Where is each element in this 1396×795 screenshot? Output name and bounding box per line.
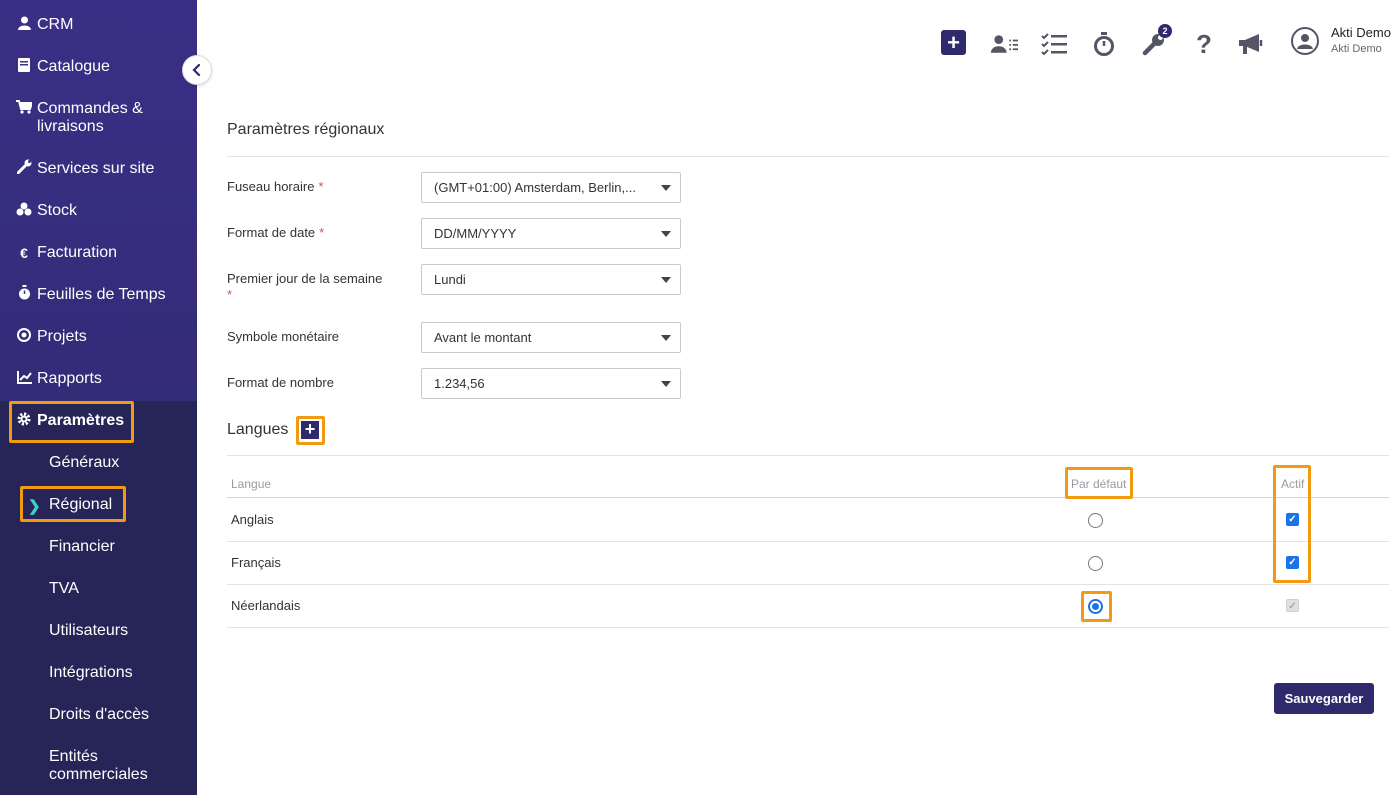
- sidebar-item-label: CRM: [37, 16, 74, 33]
- help-icon[interactable]: ?: [1190, 29, 1218, 59]
- contacts-icon[interactable]: [990, 30, 1018, 58]
- row-divider: [227, 541, 1389, 542]
- save-button[interactable]: Sauvegarder: [1274, 683, 1374, 714]
- stopwatch-icon: [14, 285, 34, 305]
- sidebar-item-services[interactable]: Services sur site: [0, 159, 197, 179]
- sidebar-item-label: Commandes &: [37, 100, 143, 117]
- user-icon: [14, 15, 34, 35]
- user-icon: [1297, 34, 1313, 49]
- collapse-sidebar-button[interactable]: [182, 55, 212, 85]
- table-header-divider: [227, 497, 1389, 498]
- table-row-language: Français: [231, 555, 281, 570]
- euro-icon: €: [20, 245, 28, 261]
- currency-symbol-select[interactable]: Avant le montant: [421, 322, 681, 353]
- sidebar-item-parametres[interactable]: Paramètres: [0, 411, 197, 431]
- sidebar-item-label: Services sur site: [37, 160, 155, 177]
- timezone-label: Fuseau horaire *: [227, 179, 324, 194]
- divider: [227, 156, 1389, 157]
- first-day-select[interactable]: Lundi: [421, 264, 681, 295]
- megaphone-icon[interactable]: [1237, 30, 1265, 58]
- sidebar-subitem-generaux[interactable]: Généraux: [49, 454, 119, 472]
- table-row-language: Anglais: [231, 512, 274, 527]
- wrench-icon: [14, 159, 34, 179]
- currency-symbol-value: Avant le montant: [434, 330, 532, 345]
- caret-down-icon: [661, 335, 671, 341]
- user-company: Akti Demo: [1331, 43, 1382, 55]
- date-format-select[interactable]: DD/MM/YYYY: [421, 218, 681, 249]
- chevron-left-icon: [192, 64, 201, 76]
- sidebar: CRM Catalogue Commandes & livraisons Ser…: [0, 0, 197, 795]
- sidebar-item-catalogue[interactable]: Catalogue: [0, 57, 197, 77]
- chevron-right-icon: ❯: [28, 498, 41, 515]
- sidebar-subitem-tva[interactable]: TVA: [49, 580, 79, 598]
- gear-icon: [14, 411, 34, 431]
- divider: [227, 455, 1389, 456]
- default-radio-neerlandais[interactable]: [1088, 599, 1103, 614]
- page-title: Paramètres régionaux: [227, 121, 385, 138]
- sidebar-subitem-label: Entités: [49, 748, 98, 765]
- number-format-value: 1.234,56: [434, 376, 485, 391]
- date-format-value: DD/MM/YYYY: [434, 226, 517, 241]
- column-header-default: Par défaut: [1071, 477, 1127, 491]
- active-checkbox-neerlandais: ✓: [1286, 599, 1299, 612]
- task-list-icon[interactable]: [1040, 30, 1068, 58]
- caret-down-icon: [661, 381, 671, 387]
- stopwatch-icon[interactable]: [1090, 30, 1118, 58]
- cart-icon: [14, 99, 34, 119]
- sidebar-item-projets[interactable]: Projets: [0, 327, 197, 347]
- sidebar-item-label: Feuilles de Temps: [37, 286, 166, 303]
- sidebar-subitem-label-line2: commerciales: [49, 766, 148, 783]
- sidebar-item-commandes[interactable]: Commandes & livraisons: [0, 99, 197, 136]
- sidebar-item-label: Projets: [37, 328, 87, 345]
- sidebar-item-label: Stock: [37, 202, 78, 219]
- chart-icon: [14, 369, 34, 389]
- first-day-value: Lundi: [434, 272, 466, 287]
- column-header-active: Actif: [1281, 477, 1305, 491]
- active-checkbox-anglais[interactable]: ✓: [1286, 513, 1299, 526]
- sidebar-item-facturation[interactable]: € Facturation: [0, 243, 197, 263]
- sidebar-item-label: Rapports: [37, 370, 102, 387]
- sidebar-subitem-droits[interactable]: Droits d'accès: [49, 706, 149, 724]
- number-format-select[interactable]: 1.234,56: [421, 368, 681, 399]
- currency-symbol-label: Symbole monétaire: [227, 329, 339, 344]
- table-row-language: Néerlandais: [231, 598, 301, 613]
- target-icon: [14, 327, 34, 347]
- sidebar-subitem-utilisateurs[interactable]: Utilisateurs: [49, 622, 128, 640]
- active-checkbox-francais[interactable]: ✓: [1286, 556, 1299, 569]
- sidebar-item-crm[interactable]: CRM: [0, 15, 197, 35]
- boxes-icon: [14, 201, 34, 221]
- sidebar-item-rapports[interactable]: Rapports: [0, 369, 197, 389]
- add-button[interactable]: +: [941, 30, 966, 55]
- sidebar-item-stock[interactable]: Stock: [0, 201, 197, 221]
- notification-badge: 2: [1158, 24, 1172, 38]
- languages-title: Langues: [227, 421, 289, 438]
- user-name[interactable]: Akti Demo: [1331, 25, 1391, 40]
- caret-down-icon: [661, 231, 671, 237]
- sidebar-item-feuilles[interactable]: Feuilles de Temps: [0, 285, 197, 305]
- book-icon: [14, 57, 34, 77]
- number-format-label: Format de nombre: [227, 375, 334, 390]
- default-radio-anglais[interactable]: [1088, 513, 1103, 528]
- row-divider: [227, 584, 1389, 585]
- date-format-label: Format de date *: [227, 225, 325, 240]
- default-radio-francais[interactable]: [1088, 556, 1103, 571]
- sidebar-item-label: Catalogue: [37, 58, 110, 75]
- row-divider: [227, 627, 1389, 628]
- sidebar-item-label-line2: livraisons: [37, 118, 104, 135]
- timezone-value: (GMT+01:00) Amsterdam, Berlin,...: [434, 180, 636, 195]
- caret-down-icon: [661, 277, 671, 283]
- sidebar-item-label: Paramètres: [37, 412, 125, 429]
- sidebar-subitem-integrations[interactable]: Intégrations: [49, 664, 133, 682]
- sidebar-subitem-entites[interactable]: Entités commerciales: [49, 748, 148, 784]
- timezone-select[interactable]: (GMT+01:00) Amsterdam, Berlin,...: [421, 172, 681, 203]
- sidebar-item-label: Facturation: [37, 244, 118, 261]
- column-header-language: Langue: [231, 477, 272, 491]
- sidebar-subitem-regional[interactable]: Régional: [49, 496, 112, 514]
- avatar[interactable]: [1291, 27, 1319, 55]
- sidebar-subitem-financier[interactable]: Financier: [49, 538, 115, 556]
- first-day-label: Premier jour de la semaine *: [227, 271, 383, 302]
- caret-down-icon: [661, 185, 671, 191]
- add-language-button[interactable]: +: [301, 420, 319, 439]
